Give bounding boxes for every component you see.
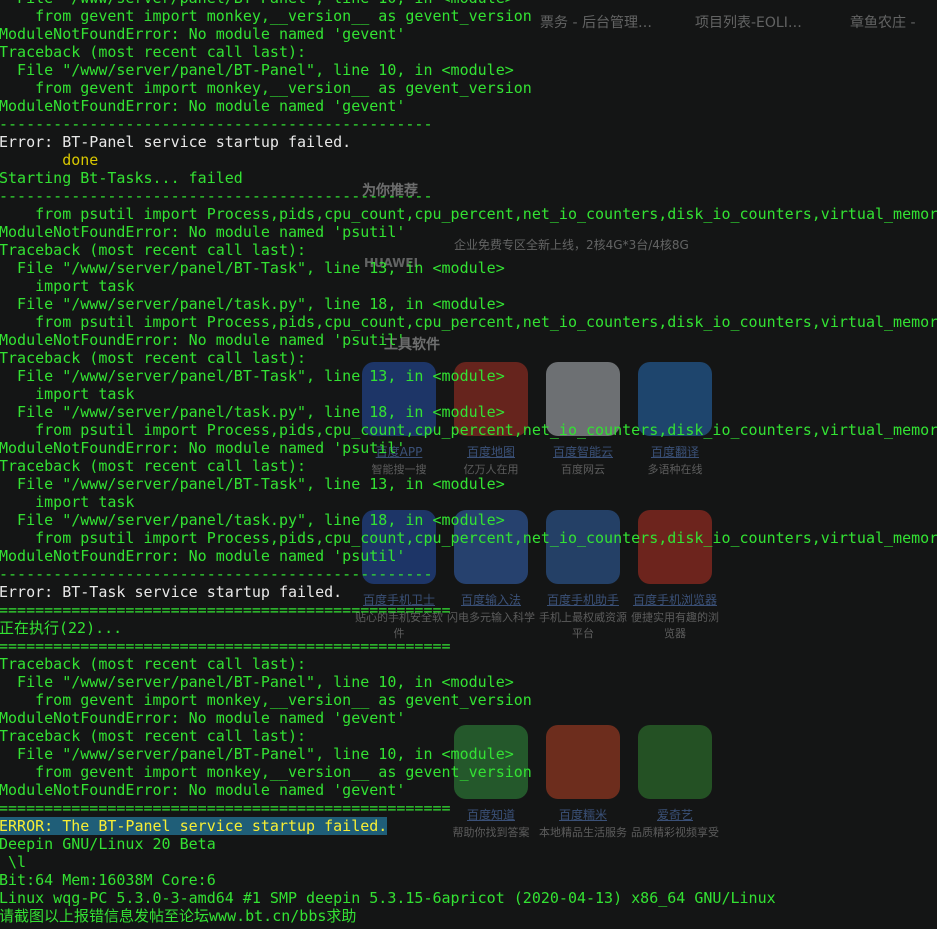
terminal-line: ========================================… (0, 601, 451, 619)
terminal-line: ModuleNotFoundError: No module named 'ps… (0, 547, 406, 565)
terminal-line: ModuleNotFoundError: No module named 'ge… (0, 781, 406, 799)
terminal-line: ModuleNotFoundError: No module named 'ps… (0, 223, 406, 241)
terminal-line: ----------------------------------------… (0, 115, 433, 133)
terminal-line: from gevent import monkey,__version__ as… (0, 79, 532, 97)
terminal-line: File "/www/server/panel/BT-Task", line 1… (0, 475, 505, 493)
terminal-line: from gevent import monkey,__version__ as… (0, 763, 532, 781)
terminal-line: Starting Bt-Tasks... failed (0, 169, 243, 187)
terminal-line: Linux wqg-PC 5.3.0-3-amd64 #1 SMP deepin… (0, 889, 776, 907)
terminal-line: Deepin GNU/Linux 20 Beta (0, 835, 216, 853)
terminal-line: done (0, 151, 99, 169)
terminal-output[interactable]: File "/www/server/panel/BT-Panel", line … (0, 0, 937, 925)
terminal-line: Traceback (most recent call last): (0, 349, 307, 367)
selected-error-text: ERROR: The BT-Panel service startup fail… (0, 817, 388, 835)
terminal-line: File "/www/server/panel/task.py", line 1… (0, 295, 505, 313)
terminal-line: File "/www/server/panel/task.py", line 1… (0, 403, 505, 421)
terminal-line: File "/www/server/panel/BT-Task", line 1… (0, 259, 505, 277)
terminal-line: ========================================… (0, 799, 451, 817)
terminal-line: from gevent import monkey,__version__ as… (0, 7, 532, 25)
terminal-line: ----------------------------------------… (0, 187, 433, 205)
terminal-line: from psutil import Process,pids,cpu_coun… (0, 529, 937, 547)
terminal-line: from psutil import Process,pids,cpu_coun… (0, 313, 937, 331)
terminal-line: ----------------------------------------… (0, 565, 433, 583)
terminal-line: File "/www/server/panel/BT-Panel", line … (0, 673, 514, 691)
terminal-line: File "/www/server/panel/BT-Panel", line … (0, 0, 937, 7)
terminal-line: Error: BT-Panel service startup failed. (0, 133, 352, 151)
terminal-line: Traceback (most recent call last): (0, 457, 307, 475)
terminal-line: File "/www/server/panel/BT-Panel", line … (0, 61, 514, 79)
terminal-line: ========================================… (0, 637, 451, 655)
terminal-line: Bit:64 Mem:16038M Core:6 (0, 871, 216, 889)
terminal-line: from psutil import Process,pids,cpu_coun… (0, 205, 937, 223)
terminal-line: import task (0, 385, 135, 403)
terminal-line: File "/www/server/panel/BT-Task", line 1… (0, 367, 505, 385)
terminal-line: Traceback (most recent call last): (0, 43, 307, 61)
terminal-line: Traceback (most recent call last): (0, 241, 307, 259)
terminal-line: ModuleNotFoundError: No module named 'ps… (0, 331, 406, 349)
terminal-line: Error: BT-Task service startup failed. (0, 583, 343, 601)
terminal-line: from psutil import Process,pids,cpu_coun… (0, 421, 937, 439)
terminal-line: 正在执行(22)... (0, 619, 123, 637)
terminal-line: import task (0, 493, 135, 511)
terminal-line: Traceback (most recent call last): (0, 727, 307, 745)
terminal-line: ModuleNotFoundError: No module named 'ge… (0, 25, 406, 43)
terminal-line: ERROR: The BT-Panel service startup fail… (0, 817, 937, 835)
terminal-line: ModuleNotFoundError: No module named 'ge… (0, 97, 406, 115)
terminal-line: Traceback (most recent call last): (0, 655, 307, 673)
terminal-line: 请截图以上报错信息发帖至论坛www.bt.cn/bbs求助 (0, 907, 357, 925)
terminal-line: \l (0, 853, 27, 871)
terminal-line: import task (0, 277, 135, 295)
terminal-line: File "/www/server/panel/BT-Panel", line … (0, 745, 514, 763)
terminal-line: ModuleNotFoundError: No module named 'ps… (0, 439, 406, 457)
terminal-line: from gevent import monkey,__version__ as… (0, 691, 532, 709)
terminal-line: ModuleNotFoundError: No module named 'ge… (0, 709, 406, 727)
terminal-line: File "/www/server/panel/task.py", line 1… (0, 511, 505, 529)
terminal-window[interactable]: 票务 - 后台管理… 项目列表-EOLI… 章鱼农庄 - 为你推荐 企业免费专区… (0, 0, 937, 929)
